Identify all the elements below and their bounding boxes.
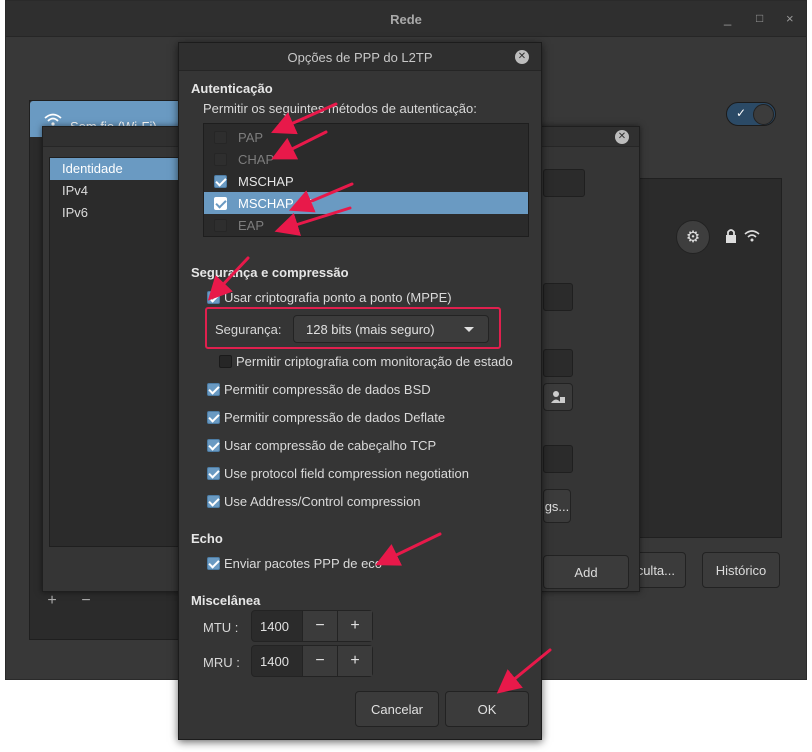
dialog-titlebar: Opções de PPP do L2TP ✕ bbox=[179, 43, 541, 71]
mtu-label: MTU : bbox=[203, 620, 239, 635]
pap-label: PAP bbox=[238, 130, 264, 145]
auth-method-pap[interactable]: PAP bbox=[204, 126, 528, 148]
echo-checkbox[interactable] bbox=[207, 557, 220, 570]
cancel-button[interactable]: Cancelar bbox=[355, 691, 439, 727]
auth-method-mschap-v2[interactable]: MSCHAP v.2 bbox=[204, 192, 528, 214]
mtu-decrement-button[interactable]: − bbox=[302, 611, 337, 641]
mtu-stepper[interactable]: 1400 − + bbox=[251, 610, 373, 642]
add-route-button[interactable]: + bbox=[38, 592, 66, 612]
misc-heading: Miscelânea bbox=[191, 593, 261, 608]
dialog-title: Opções de PPP do L2TP bbox=[287, 50, 433, 65]
maximize-button[interactable]: □ bbox=[756, 11, 763, 25]
deflate-compression-label: Permitir compressão de dados Deflate bbox=[224, 410, 446, 425]
security-label: Segurança: bbox=[215, 322, 282, 337]
ppp-options-dialog: Opções de PPP do L2TP ✕ Autenticação Per… bbox=[178, 42, 542, 740]
deflate-compression-checkbox[interactable] bbox=[207, 411, 220, 424]
auth-method-eap[interactable]: EAP bbox=[204, 214, 528, 236]
pap-checkbox[interactable] bbox=[214, 131, 227, 144]
advanced-settings-button[interactable]: gs... bbox=[543, 489, 571, 523]
auth-method-mschap[interactable]: MSCHAP bbox=[204, 170, 528, 192]
editor-field-3[interactable] bbox=[543, 349, 573, 377]
auth-methods-list: PAP CHAP MSCHAP MSCHAP v.2 EAP bbox=[203, 123, 529, 237]
protocol-field-compression-label: Use protocol field compression negotiati… bbox=[224, 466, 469, 481]
editor-field-4[interactable] bbox=[543, 445, 573, 473]
eap-checkbox[interactable] bbox=[214, 219, 227, 232]
wifi-icon bbox=[44, 113, 62, 126]
mru-decrement-button[interactable]: − bbox=[302, 646, 337, 676]
authentication-heading: Autenticação bbox=[191, 81, 273, 96]
mru-label: MRU : bbox=[203, 655, 240, 670]
mtu-increment-button[interactable]: + bbox=[337, 611, 372, 641]
auth-method-chap[interactable]: CHAP bbox=[204, 148, 528, 170]
protocol-field-compression-checkbox[interactable] bbox=[207, 467, 220, 480]
security-heading: Segurança e compressão bbox=[191, 265, 349, 280]
security-level-dropdown[interactable]: 128 bits (mais seguro) bbox=[293, 315, 489, 343]
minimize-button[interactable]: _ bbox=[724, 11, 731, 26]
security-level-value: 128 bits (mais seguro) bbox=[306, 322, 435, 337]
editor-sidebar: Identidade IPv4 IPv6 bbox=[49, 157, 179, 547]
history-button[interactable]: Histórico bbox=[702, 552, 780, 588]
address-control-compression-checkbox[interactable] bbox=[207, 495, 220, 508]
close-network-window-button[interactable]: × bbox=[786, 11, 794, 26]
ok-button[interactable]: OK bbox=[445, 691, 529, 727]
eap-label: EAP bbox=[238, 218, 265, 233]
close-icon[interactable]: ✕ bbox=[615, 130, 629, 144]
close-icon[interactable]: ✕ bbox=[515, 50, 529, 64]
toggle-knob bbox=[753, 104, 774, 125]
network-window-titlebar: Rede _ □ × bbox=[6, 1, 806, 37]
remove-route-button[interactable]: − bbox=[72, 592, 100, 612]
mppe-label: Usar criptografia ponto a ponto (MPPE) bbox=[224, 290, 452, 305]
tcp-header-compression-label: Usar compressão de cabeçalho TCP bbox=[224, 438, 437, 453]
network-window-title: Rede bbox=[390, 12, 422, 27]
stateful-encryption-checkbox[interactable] bbox=[219, 355, 232, 368]
lock-icon bbox=[726, 229, 736, 243]
echo-label: Enviar pacotes PPP de eco bbox=[224, 556, 383, 571]
mschap-v2-label: MSCHAP v.2 bbox=[238, 196, 314, 211]
user-icon[interactable] bbox=[543, 383, 573, 411]
sidebar-item-ipv6[interactable]: IPv6 bbox=[50, 202, 178, 224]
sidebar-item-ipv4[interactable]: IPv4 bbox=[50, 180, 178, 202]
tcp-header-compression-checkbox[interactable] bbox=[207, 439, 220, 452]
authentication-description: Permitir os seguintes métodos de autenti… bbox=[203, 101, 477, 116]
editor-field-2[interactable] bbox=[543, 283, 573, 311]
wifi-toggle[interactable]: ✓ bbox=[726, 102, 776, 126]
sidebar-item-identity[interactable]: Identidade bbox=[50, 158, 178, 180]
echo-heading: Echo bbox=[191, 531, 223, 546]
mru-value[interactable]: 1400 bbox=[260, 654, 289, 669]
check-icon: ✓ bbox=[736, 106, 747, 120]
mru-stepper[interactable]: 1400 − + bbox=[251, 645, 373, 677]
chap-label: CHAP bbox=[238, 152, 275, 167]
mschap-label: MSCHAP bbox=[238, 174, 294, 189]
chevron-down-icon bbox=[464, 327, 474, 332]
mschap-v2-checkbox[interactable] bbox=[214, 197, 227, 210]
wifi-signal-icon bbox=[744, 230, 760, 242]
chap-checkbox[interactable] bbox=[214, 153, 227, 166]
mschap-checkbox[interactable] bbox=[214, 175, 227, 188]
mppe-checkbox[interactable] bbox=[207, 291, 220, 304]
gear-icon[interactable]: ⚙ bbox=[676, 220, 710, 254]
add-button[interactable]: Add bbox=[543, 555, 629, 589]
editor-field-1[interactable] bbox=[543, 169, 585, 197]
bsd-compression-checkbox[interactable] bbox=[207, 383, 220, 396]
stateful-encryption-label: Permitir criptografia com monitoração de… bbox=[236, 354, 513, 369]
bsd-compression-label: Permitir compressão de dados BSD bbox=[224, 382, 431, 397]
mru-increment-button[interactable]: + bbox=[337, 646, 372, 676]
mtu-value[interactable]: 1400 bbox=[260, 619, 289, 634]
address-control-compression-label: Use Address/Control compression bbox=[224, 494, 421, 509]
